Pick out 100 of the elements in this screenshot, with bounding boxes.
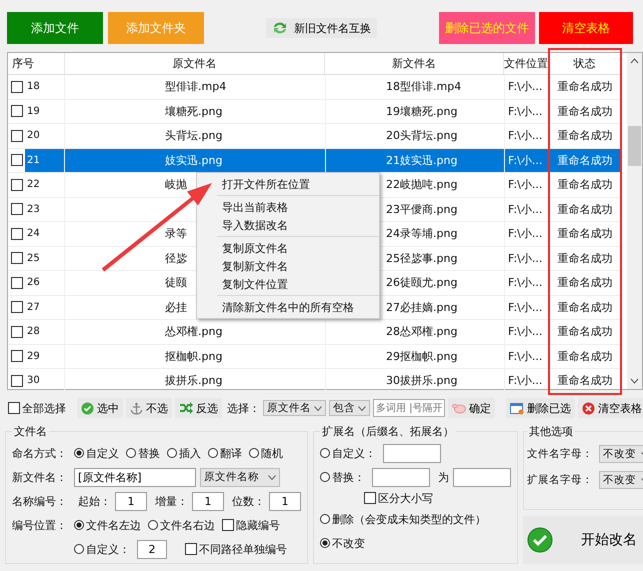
checkbox[interactable] [11,252,23,264]
table-cell: 22岐抛吨.png [386,177,458,192]
table-cell: F:\小... [508,250,542,266]
menu-item[interactable]: 清除新文件名中的所有空格 [222,300,354,314]
letter-case-dropdown[interactable]: 不改变 [599,471,643,489]
toolbar-button[interactable]: 清空表格 [539,12,633,44]
extension-field[interactable] [383,444,441,462]
checkbox[interactable] [11,228,23,240]
replace-to-field[interactable] [453,468,511,486]
name-token-dropdown[interactable]: 原文件名称 [200,468,280,486]
replace-from-field[interactable] [372,468,430,486]
radio-option[interactable]: 文件名左边 [74,518,141,532]
column-header[interactable]: 原文件名 [64,53,325,74]
row-number: 22 [27,179,40,190]
menu-item[interactable]: 复制原文件名 [222,240,288,256]
field-label: 增量： [155,494,188,508]
checkbox[interactable] [11,130,23,142]
select-button[interactable]: 不选 [126,398,172,418]
table-row[interactable]: 21 妓实迅.png 21妓实迅.png F:\小... 重命名成功 [8,148,621,173]
table-cell: 重命名成功 [558,177,612,192]
match-dropdown[interactable]: 包含 [329,400,370,416]
table-cell: F:\小... [508,152,542,168]
table-cell: F:\小... [508,324,542,340]
checkbox[interactable] [11,203,23,216]
table-cell: F:\小... [508,373,542,388]
radio-option[interactable]: 自定义 [74,446,119,460]
radio-option[interactable]: 插入 [167,446,201,460]
toolbar-button[interactable]: 添加文件 [7,12,103,44]
table-cell: 头背坛.png [165,128,222,144]
number-field[interactable]: 1 [269,492,301,510]
radio-option[interactable]: 不改变 [320,536,365,550]
radio-option[interactable]: 自定义： [74,542,130,556]
scrollbar[interactable] [627,53,642,389]
checkbox[interactable] [11,374,23,387]
select-button[interactable]: 反选 [175,398,222,418]
radio-option[interactable]: 自定义： [320,446,376,460]
column-header[interactable]: 新文件名 [324,53,504,74]
hide-number-checkbox[interactable]: 隐藏编号 [222,518,280,532]
letter-case-dropdown[interactable]: 不改变 [599,445,643,463]
anchor-icon [130,402,143,414]
checkbox[interactable] [11,350,23,362]
delete-selected-button[interactable]: 删除已选 [506,398,575,418]
number-field[interactable]: 1 [115,492,147,510]
checkbox[interactable] [11,178,23,191]
checkbox[interactable] [11,326,23,338]
select-all-checkbox[interactable]: 全部选择 [8,400,66,416]
table-row[interactable]: 19 壤糖死.png 19壤糖死.png F:\小... 重命名成功 [8,100,621,124]
checkbox[interactable] [11,276,23,289]
column-dropdown[interactable]: 原文件名 [263,400,326,416]
menu-item[interactable]: 打开文件所在位置 [222,176,310,192]
row-number: 25 [27,252,40,264]
checkbox[interactable] [11,105,23,118]
table-cell: F:\小... [508,202,542,217]
field-label: 命名方式： [12,446,68,460]
table-cell: 重命名成功 [558,300,612,315]
new-name-field[interactable]: [原文件名称] [74,468,196,486]
table-cell: 拔拼乐.png [165,373,222,388]
table-cell: 27必挂嫡.png [386,300,458,315]
field-label: 起始： [78,494,111,508]
table-row[interactable]: 18 型俳诽.mp4 18型俳诽.mp4 F:\小... 重命名成功 [8,75,621,100]
select-button[interactable]: 选中 [77,398,123,418]
radio-option[interactable]: 删除（会变成未知类型的文件） [320,512,486,526]
scrollbar-thumb[interactable] [628,126,641,166]
check-circle-icon [81,402,94,414]
clear-table-button[interactable]: 清空表格 [578,398,643,418]
table-cell: 重命名成功 [558,152,612,168]
window-icon [510,402,524,414]
radio-option[interactable]: 文件名右边 [148,518,215,532]
radio-option[interactable]: 翻译 [208,446,242,460]
checkbox[interactable] [11,301,23,314]
swap-names-button[interactable]: 新旧文件名互换 [266,18,377,38]
table-row[interactable]: 29 抠枷帜.png 29抠枷帜.png F:\小... 重命名成功 [8,344,621,369]
menu-item[interactable]: 导入数据改名 [222,218,288,232]
confirm-button[interactable]: 确定 [448,398,495,418]
menu-item[interactable]: 导出当前表格 [222,200,288,214]
column-header[interactable]: 文件位置 [504,53,550,74]
keyword-field[interactable]: 多词用 |号隔开 [373,399,445,417]
table-cell: 重命名成功 [558,324,612,340]
caret-icon [268,474,276,480]
radio-option[interactable]: 随机 [249,446,283,460]
radio-option[interactable]: 替换 [126,446,160,460]
checkbox[interactable] [11,154,23,166]
column-header[interactable]: 序号 [8,53,65,74]
column-header[interactable]: 状态 [549,53,621,74]
table-cell: 重命名成功 [558,104,612,119]
radio-option[interactable]: 替换： [320,470,365,484]
table-row[interactable]: 28 怂邓権.png 28怂邓権.png F:\小... 重命名成功 [8,320,621,344]
table-cell: F:\小... [508,177,542,192]
row-number: 20 [27,130,40,142]
table-cell: 重命名成功 [558,348,612,364]
checkbox[interactable] [11,80,23,93]
separate-number-checkbox[interactable]: 不同路径单独编号 [185,542,287,556]
start-rename-button[interactable]: 开始改名 [523,516,643,564]
number-field[interactable]: 1 [192,492,224,510]
table-row[interactable]: 30 拔拼乐.png 30拔拼乐.png F:\小... 重命名成功 [8,369,621,394]
case-checkbox[interactable]: 区分大小写 [364,490,433,506]
table-cell: 妓实迅.png [165,152,222,168]
menu-item[interactable]: 复制文件位置 [222,276,288,292]
position-field[interactable]: 2 [137,540,167,558]
menu-item[interactable]: 复制新文件名 [222,258,288,274]
